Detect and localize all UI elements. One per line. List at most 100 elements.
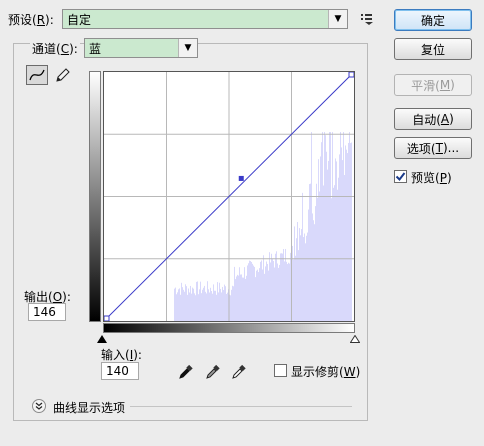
histogram-bar bbox=[215, 290, 216, 321]
preset-dropdown[interactable]: 自定 ▼ bbox=[62, 9, 348, 29]
expand-options-button[interactable] bbox=[32, 399, 46, 413]
histogram-bar bbox=[226, 293, 227, 321]
pencil-icon[interactable] bbox=[54, 66, 72, 84]
histogram-bar bbox=[275, 253, 276, 321]
histogram-bar bbox=[266, 261, 267, 321]
histogram-bar bbox=[193, 288, 194, 321]
histogram-bar bbox=[177, 292, 178, 321]
histogram-bar bbox=[239, 267, 240, 321]
histogram-bar bbox=[313, 220, 314, 321]
histogram-bar bbox=[248, 263, 249, 321]
histogram-bar bbox=[307, 232, 308, 321]
curve-edit-tool[interactable] bbox=[26, 65, 48, 85]
histogram-bar bbox=[331, 198, 332, 321]
histogram-bar bbox=[218, 292, 219, 321]
curve-graph[interactable] bbox=[103, 71, 355, 322]
smooth-button[interactable]: 平滑(M) bbox=[394, 74, 472, 96]
histogram-bar bbox=[290, 252, 291, 321]
histogram-bar bbox=[200, 281, 201, 321]
histogram-bar bbox=[232, 285, 233, 321]
white-point-slider[interactable] bbox=[350, 335, 360, 343]
histogram-bar bbox=[302, 192, 303, 321]
white-eyedropper-icon[interactable] bbox=[231, 364, 247, 380]
histogram-bar bbox=[205, 291, 206, 321]
histogram-bar bbox=[264, 273, 265, 321]
histogram-bar bbox=[330, 132, 331, 321]
histogram-bar bbox=[311, 132, 312, 321]
checkmark-icon bbox=[395, 172, 406, 182]
chevron-down-icon[interactable]: ▼ bbox=[178, 39, 197, 57]
histogram-bar bbox=[236, 276, 237, 321]
histogram-bar bbox=[255, 277, 256, 321]
options-button[interactable]: 选项(T)... bbox=[394, 137, 472, 159]
histogram-bar bbox=[332, 132, 333, 321]
histogram-bar bbox=[241, 274, 242, 321]
input-field[interactable]: 140 bbox=[101, 362, 139, 380]
histogram-bar bbox=[196, 281, 197, 321]
chevron-down-icon[interactable]: ▼ bbox=[328, 10, 347, 28]
histogram-bar bbox=[338, 177, 339, 321]
histogram-bar bbox=[310, 183, 311, 321]
histogram-bar bbox=[258, 272, 259, 321]
histogram-bar bbox=[333, 187, 334, 321]
histogram-bar bbox=[286, 261, 287, 321]
histogram-bar bbox=[187, 294, 188, 321]
black-eyedropper-icon[interactable] bbox=[178, 364, 194, 380]
histogram-bar bbox=[222, 286, 223, 321]
histogram-bar bbox=[182, 287, 183, 321]
histogram-bar bbox=[191, 293, 192, 321]
histogram-bar bbox=[312, 213, 313, 321]
histogram-bar bbox=[220, 288, 221, 321]
curve-control-point[interactable] bbox=[238, 175, 244, 181]
curve-endpoint-black[interactable] bbox=[104, 315, 110, 321]
histogram-bar bbox=[235, 279, 236, 321]
histogram-bar bbox=[350, 143, 351, 321]
histogram-bar bbox=[292, 245, 293, 321]
histogram-bar bbox=[340, 132, 341, 321]
histogram-bar bbox=[224, 284, 225, 321]
histogram-bar bbox=[249, 260, 250, 321]
histogram-bar bbox=[285, 248, 286, 321]
show-clipping-checkbox[interactable] bbox=[274, 364, 287, 377]
preset-options-menu-icon[interactable] bbox=[360, 12, 374, 26]
histogram-bar bbox=[271, 253, 272, 321]
histogram-bar bbox=[199, 289, 200, 321]
histogram-bar bbox=[237, 274, 238, 321]
reset-button[interactable]: 复位 bbox=[394, 38, 472, 60]
auto-button[interactable]: 自动(A) bbox=[394, 108, 472, 130]
histogram-bar bbox=[227, 292, 228, 321]
histogram-bar bbox=[288, 262, 289, 321]
histogram-bar bbox=[339, 154, 340, 321]
preview-checkbox[interactable] bbox=[394, 170, 407, 183]
curve-icon bbox=[29, 69, 45, 81]
histogram-bar bbox=[245, 278, 246, 321]
histogram-bar bbox=[297, 222, 298, 321]
histogram-bar bbox=[326, 151, 327, 321]
histogram-bar bbox=[263, 255, 264, 321]
gray-eyedropper-icon[interactable] bbox=[205, 364, 221, 380]
histogram-bar bbox=[279, 264, 280, 321]
output-field[interactable]: 146 bbox=[28, 303, 66, 321]
histogram-bar bbox=[276, 251, 277, 321]
histogram-bar bbox=[188, 288, 189, 321]
histogram-bar bbox=[260, 261, 261, 321]
histogram-bar bbox=[343, 132, 344, 321]
black-point-slider[interactable] bbox=[97, 335, 107, 343]
histogram-bar bbox=[174, 288, 175, 321]
histogram-bar bbox=[269, 252, 270, 321]
curve-endpoint-white[interactable] bbox=[348, 72, 354, 78]
ok-button[interactable]: 确定 bbox=[394, 9, 472, 31]
histogram-bar bbox=[308, 209, 309, 321]
histogram-bar bbox=[296, 238, 297, 321]
histogram-bar bbox=[176, 294, 177, 321]
input-label: 输入(I): bbox=[101, 348, 142, 362]
histogram-bar bbox=[268, 270, 269, 321]
histogram-bar bbox=[214, 290, 215, 321]
histogram-bar bbox=[210, 287, 211, 321]
histogram-bar bbox=[317, 197, 318, 321]
histogram-bar bbox=[207, 281, 208, 321]
histogram-bar bbox=[321, 142, 322, 321]
channel-dropdown[interactable]: 蓝 ▼ bbox=[84, 38, 198, 58]
histogram-bar bbox=[201, 293, 202, 321]
histogram-bar bbox=[184, 291, 185, 321]
